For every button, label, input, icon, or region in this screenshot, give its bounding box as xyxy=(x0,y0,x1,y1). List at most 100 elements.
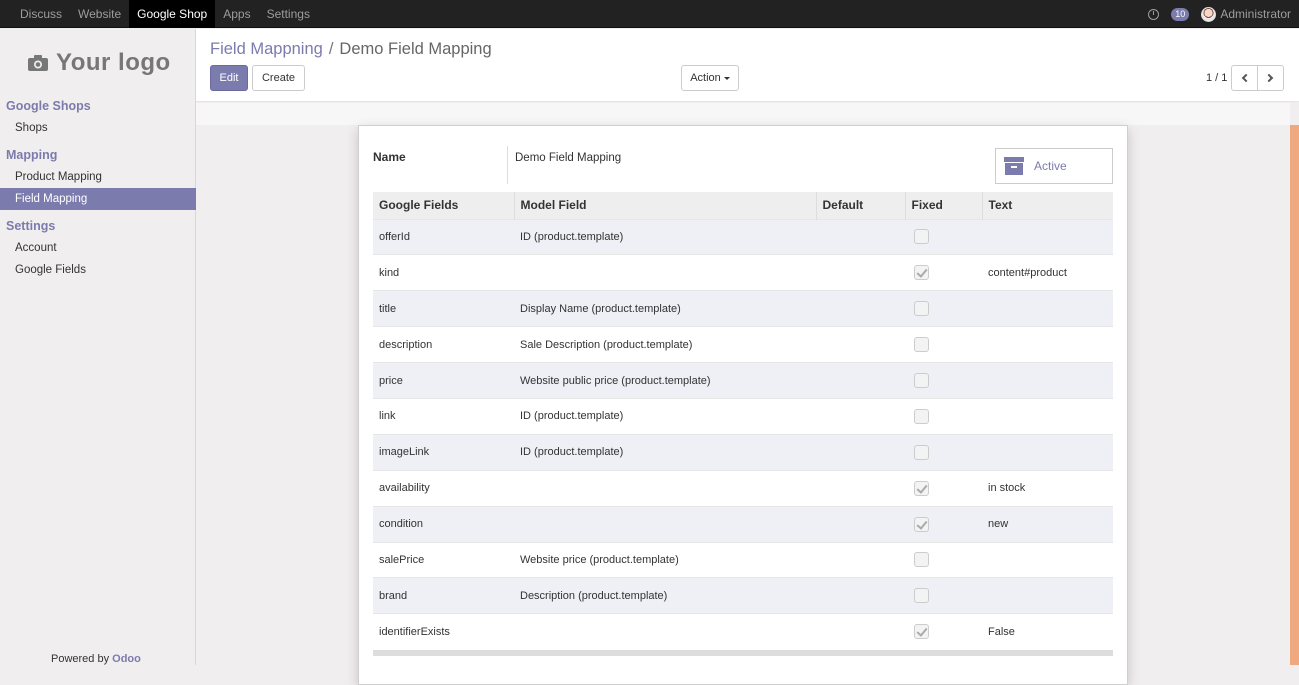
chevron-right-icon xyxy=(1264,73,1274,83)
cell-default xyxy=(816,505,905,543)
cell-fixed xyxy=(905,613,982,650)
breadcrumb-parent[interactable]: Field Mappning xyxy=(210,40,323,59)
control-panel: Field Mappning / Demo Field Mapping Edit… xyxy=(196,29,1299,102)
fixed-checkbox[interactable] xyxy=(914,480,929,496)
caret-down-icon xyxy=(723,76,730,80)
cell-fixed xyxy=(905,469,982,507)
cell-text: in stock xyxy=(982,469,1113,507)
company-logo[interactable]: Your logo xyxy=(28,49,171,77)
systray: 10 Administrator xyxy=(1148,0,1291,28)
cell-model-field xyxy=(514,254,816,291)
cell-fixed xyxy=(905,362,982,399)
column-fixed[interactable]: Fixed xyxy=(904,192,982,219)
table-row[interactable]: salePrice Website price (product.template… xyxy=(373,541,1113,578)
cell-fixed xyxy=(905,254,982,291)
chevron-left-icon xyxy=(1241,73,1251,83)
cell-model-field xyxy=(514,469,816,507)
table-row[interactable]: kind content#product xyxy=(373,254,1113,291)
pager-next-button[interactable] xyxy=(1257,65,1284,91)
sidebar: Your logo Google Shops Shops Mapping Pro… xyxy=(0,29,196,665)
sidebar-nav: Google Shops Shops Mapping Product Mappi… xyxy=(0,95,196,281)
column-text[interactable]: Text xyxy=(981,192,1113,219)
cell-default xyxy=(816,541,905,578)
sidebar-item-google-fields[interactable]: Google Fields xyxy=(0,259,196,281)
cell-google-field: offerId xyxy=(373,218,514,255)
menu-discuss[interactable]: Discuss xyxy=(12,0,70,28)
sidebar-section-settings[interactable]: Settings xyxy=(0,215,196,237)
fixed-checkbox[interactable] xyxy=(914,588,929,604)
cell-google-field: link xyxy=(373,397,514,435)
name-field-value: Demo Field Mapping xyxy=(515,152,622,164)
fixed-checkbox[interactable] xyxy=(914,624,929,640)
table-row[interactable]: title Display Name (product.template) xyxy=(373,290,1113,327)
cell-default xyxy=(816,397,905,435)
sidebar-item-field-mapping[interactable]: Field Mapping xyxy=(0,188,196,210)
cell-fixed xyxy=(905,541,982,578)
pager-value[interactable]: 1 / 1 xyxy=(1206,72,1227,84)
cell-default xyxy=(816,290,905,327)
create-button[interactable]: Create xyxy=(252,65,305,91)
menu-google-shop[interactable]: Google Shop xyxy=(129,0,216,28)
cell-text xyxy=(982,433,1113,471)
action-dropdown[interactable]: Action xyxy=(681,65,739,91)
table-row[interactable]: imageLink ID (product.template) xyxy=(373,433,1113,471)
table-header-row: Google Fields Model Field Default Fixed … xyxy=(373,192,1113,219)
fixed-checkbox[interactable] xyxy=(914,229,929,245)
table-row[interactable]: description Sale Description (product.tem… xyxy=(373,326,1113,363)
fixed-checkbox[interactable] xyxy=(914,265,929,281)
menu-website[interactable]: Website xyxy=(70,0,129,28)
fixed-checkbox[interactable] xyxy=(914,444,929,460)
sidebar-item-shops[interactable]: Shops xyxy=(0,117,196,139)
table-row[interactable]: price Website public price (product.templ… xyxy=(373,362,1113,399)
column-default[interactable]: Default xyxy=(815,192,905,219)
cell-google-field: availability xyxy=(373,469,514,507)
fixed-checkbox[interactable] xyxy=(914,373,929,388)
sidebar-section-google-shops[interactable]: Google Shops xyxy=(0,95,196,117)
cell-model-field xyxy=(514,613,816,650)
cell-default xyxy=(816,326,905,363)
field-mapping-table: Google Fields Model Field Default Fixed … xyxy=(373,192,1113,650)
cell-google-field: salePrice xyxy=(373,541,514,578)
active-label: Active xyxy=(1034,159,1067,173)
menu-settings[interactable]: Settings xyxy=(259,0,318,28)
menu-apps[interactable]: Apps xyxy=(215,0,258,28)
cell-fixed xyxy=(905,290,982,327)
cell-google-field: condition xyxy=(373,505,514,543)
form-sheet: Name Demo Field Mapping Active Google Fi… xyxy=(358,125,1128,685)
breadcrumb: Field Mappning / Demo Field Mapping xyxy=(210,40,492,59)
cell-default xyxy=(816,469,905,507)
activity-clock-icon[interactable] xyxy=(1148,8,1160,20)
pager-previous-button[interactable] xyxy=(1231,65,1258,91)
column-google-fields[interactable]: Google Fields xyxy=(373,192,514,219)
cell-google-field: description xyxy=(373,326,514,363)
archive-icon xyxy=(1004,157,1024,175)
cell-text xyxy=(982,326,1113,363)
table-row[interactable]: brand Description (product.template) xyxy=(373,577,1113,614)
table-row[interactable]: availability in stock xyxy=(373,469,1113,507)
table-row[interactable]: link ID (product.template) xyxy=(373,397,1113,435)
sidebar-item-product-mapping[interactable]: Product Mapping xyxy=(0,166,196,188)
cell-fixed xyxy=(905,218,982,255)
sidebar-item-account[interactable]: Account xyxy=(0,237,196,259)
cell-default xyxy=(816,254,905,291)
edit-button[interactable]: Edit xyxy=(210,65,248,91)
user-menu[interactable]: Administrator xyxy=(1201,6,1291,22)
table-row[interactable]: identifierExists False xyxy=(373,613,1113,650)
messages-button[interactable]: 10 xyxy=(1171,7,1190,21)
odoo-link[interactable]: Odoo xyxy=(112,653,141,665)
fixed-checkbox[interactable] xyxy=(914,337,929,353)
app-menu: Discuss Website Google Shop Apps Setting… xyxy=(12,0,318,28)
column-model-field[interactable]: Model Field xyxy=(513,192,816,219)
table-row[interactable]: condition new xyxy=(373,505,1113,543)
fixed-checkbox[interactable] xyxy=(914,301,929,317)
table-row[interactable]: offerId ID (product.template) xyxy=(373,218,1113,255)
fixed-checkbox[interactable] xyxy=(914,408,929,424)
fixed-checkbox[interactable] xyxy=(914,552,929,568)
messages-count-badge: 10 xyxy=(1171,7,1190,21)
sidebar-section-mapping[interactable]: Mapping xyxy=(0,144,196,166)
fixed-checkbox[interactable] xyxy=(914,516,929,532)
cell-text: False xyxy=(982,613,1113,650)
active-toggle-button[interactable]: Active xyxy=(995,148,1113,184)
cell-fixed xyxy=(905,433,982,471)
cell-default xyxy=(816,577,905,614)
